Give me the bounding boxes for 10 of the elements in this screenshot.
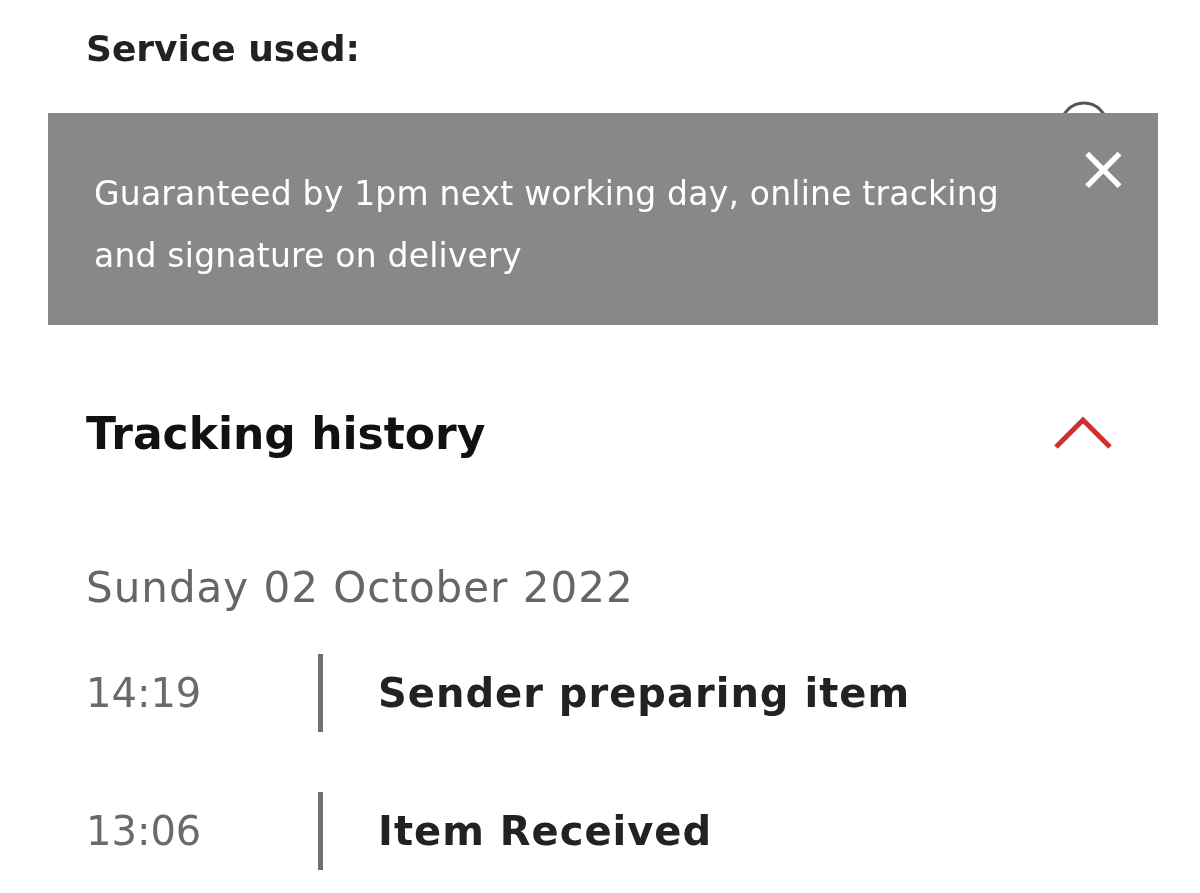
section-title: Tracking history bbox=[86, 407, 486, 459]
event-description: Sender preparing item bbox=[378, 670, 912, 716]
event-description: Item Received bbox=[378, 808, 714, 854]
close-button[interactable]: × bbox=[1076, 143, 1130, 193]
service-label: Service used: bbox=[85, 27, 361, 71]
event-time: 14:19 bbox=[86, 670, 203, 716]
chevron-icon[interactable] bbox=[1052, 415, 1114, 451]
tooltip-text: Guaranteed by 1pm next working day, online tracking and signature on delivery bbox=[94, 173, 1000, 277]
date-heading: Sunday 02 October 2022 bbox=[85, 563, 635, 614]
event-time: 13:06 bbox=[86, 808, 203, 854]
